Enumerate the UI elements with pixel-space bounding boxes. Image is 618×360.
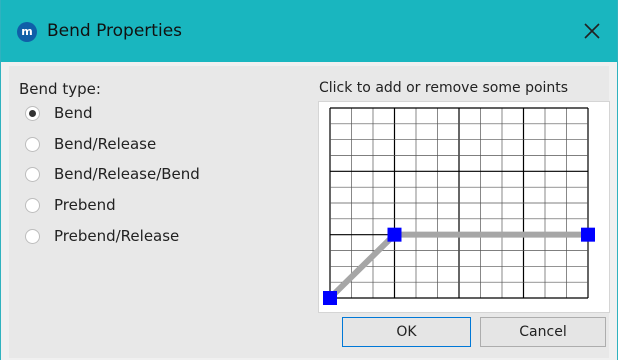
radio-indicator[interactable] [25,228,40,244]
close-icon [584,23,600,39]
radio-label: Prebend [54,196,116,214]
radio-bend[interactable]: Bend [25,104,93,122]
app-logo-icon: m [17,22,37,42]
radio-prebend-release[interactable]: Prebend/Release [25,227,179,245]
radio-indicator[interactable] [25,166,40,182]
radio-indicator[interactable] [25,105,40,121]
close-button[interactable] [577,16,607,46]
cancel-button[interactable]: Cancel [480,317,606,347]
bend-point[interactable] [323,291,337,305]
radio-label: Bend [54,104,93,122]
title-bar[interactable]: m Bend Properties [1,0,617,62]
radio-label: Bend/Release/Bend [54,165,200,183]
radio-bend-release-bend[interactable]: Bend/Release/Bend [25,165,200,183]
radio-prebend[interactable]: Prebend [25,196,116,214]
radio-indicator[interactable] [25,136,40,152]
radio-label: Bend/Release [54,135,157,153]
graph-instructions: Click to add or remove some points [319,80,569,96]
bend-graph-panel [318,101,610,313]
dialog-title: Bend Properties [47,21,183,41]
radio-indicator[interactable] [25,197,40,213]
bend-point[interactable] [387,227,402,242]
bend-point[interactable] [581,227,595,242]
bend-properties-dialog: m Bend Properties Bend type: Bend Bend/R… [0,0,618,360]
bend-type-label: Bend type: [19,80,101,98]
ok-button[interactable]: OK [342,317,471,347]
bend-graph[interactable] [319,102,609,312]
radio-label: Prebend/Release [54,227,180,245]
radio-bend-release[interactable]: Bend/Release [25,135,156,153]
